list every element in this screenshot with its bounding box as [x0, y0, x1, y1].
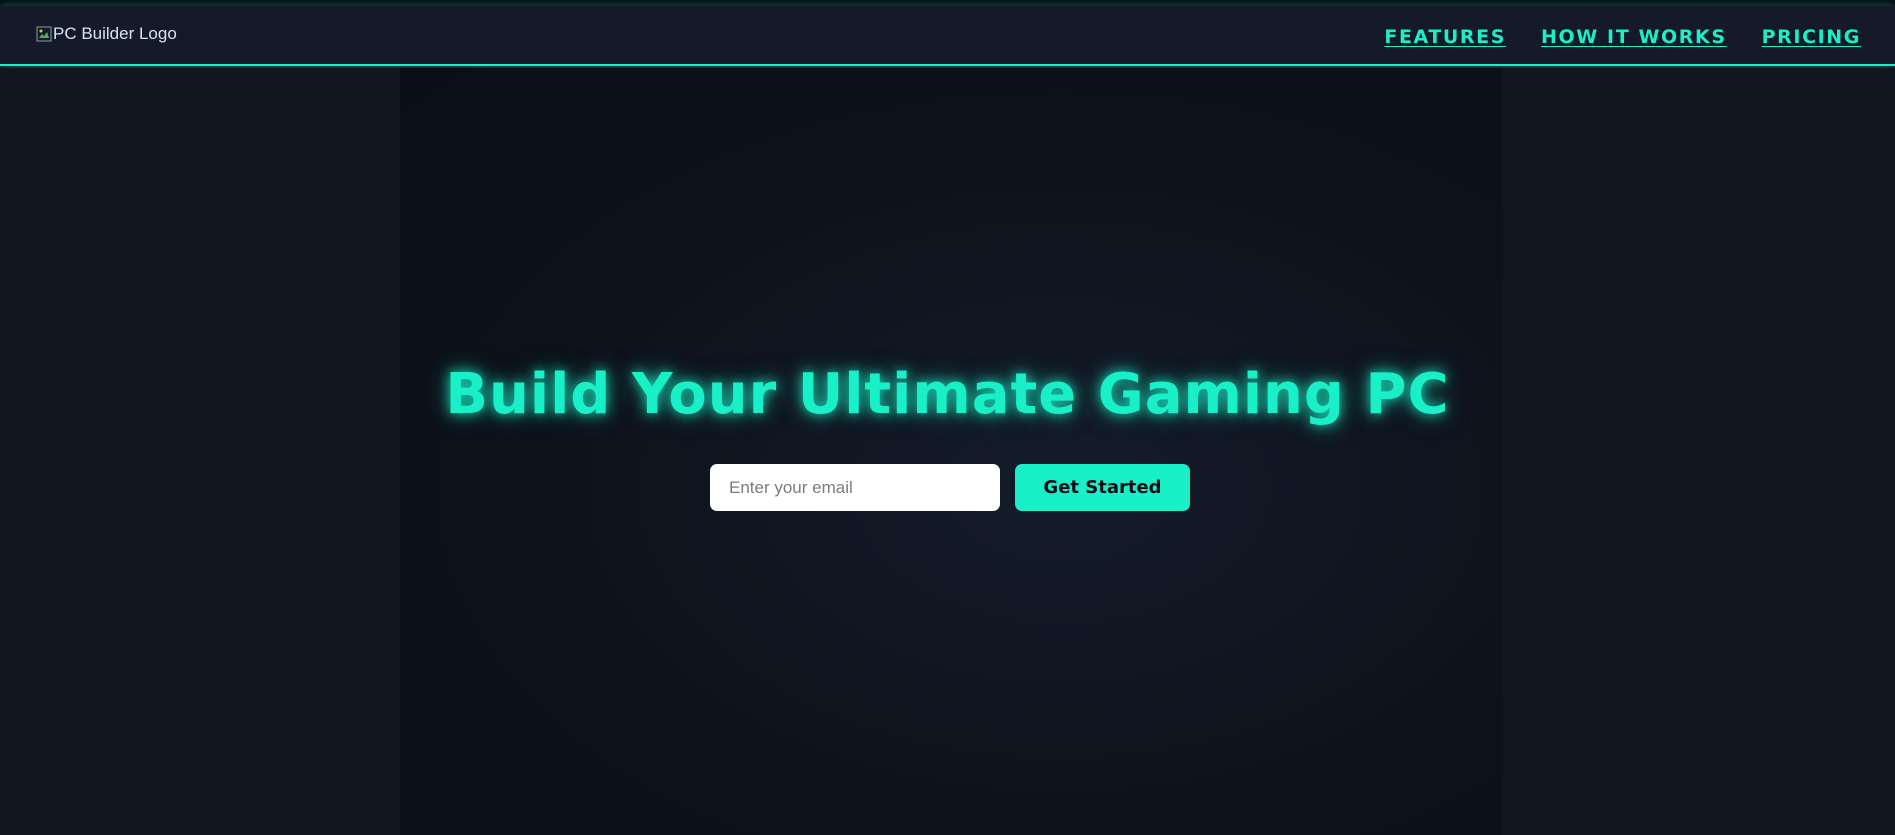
nav-links: FEATURES HOW IT WORKS PRICING	[1384, 26, 1861, 48]
get-started-button[interactable]: Get Started	[1015, 464, 1190, 511]
background-left-panel	[0, 68, 400, 835]
background-right-panel	[1502, 68, 1895, 835]
email-input[interactable]	[710, 464, 1000, 511]
logo[interactable]: PC Builder Logo	[36, 22, 177, 46]
hero-title: Build Your Ultimate Gaming PC	[445, 362, 1450, 427]
nav-link-how-it-works[interactable]: HOW IT WORKS	[1541, 26, 1727, 48]
nav-link-features[interactable]: FEATURES	[1384, 26, 1506, 48]
broken-image-icon	[36, 26, 52, 42]
hero-section	[400, 68, 1502, 835]
nav-link-pricing[interactable]: PRICING	[1762, 26, 1861, 48]
navbar: PC Builder Logo FEATURES HOW IT WORKS PR…	[0, 6, 1895, 66]
logo-alt-text: PC Builder Logo	[53, 24, 177, 43]
signup-form: Get Started	[710, 464, 1190, 511]
